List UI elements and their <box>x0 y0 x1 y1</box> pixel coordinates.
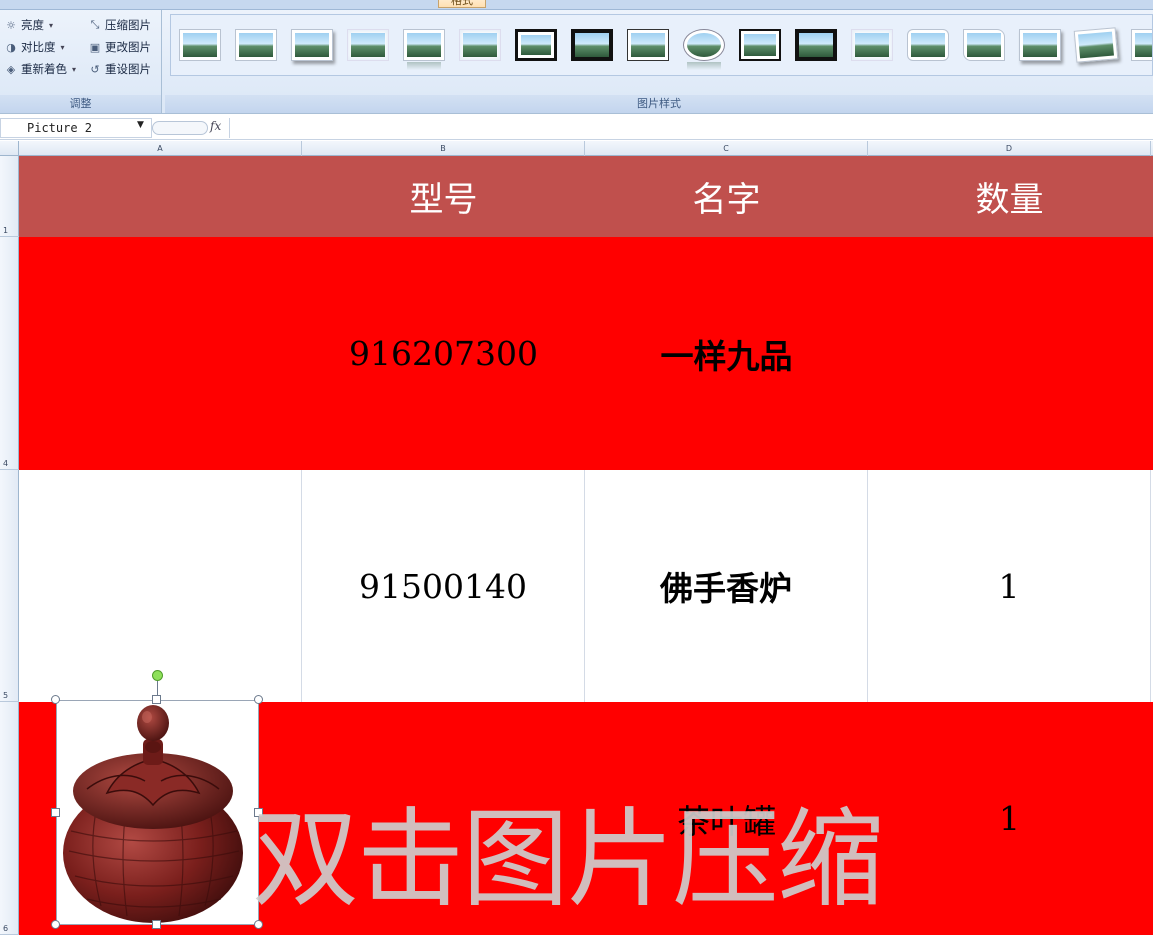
resize-handle-right[interactable] <box>254 808 263 817</box>
row-header-5[interactable]: 5 <box>0 470 19 702</box>
table-row: 型号 名字 数量 <box>19 156 1153 237</box>
column-header-b[interactable]: B <box>302 141 585 156</box>
reset-picture-button[interactable]: ↺ 重设图片 <box>88 60 151 78</box>
cell-b1[interactable]: 型号 <box>302 156 585 237</box>
picture-style-black-frame[interactable] <box>571 29 613 61</box>
picture-style-snip-corner[interactable] <box>963 29 1005 61</box>
picture-style-soft-edge[interactable] <box>347 29 389 61</box>
row-headers: 1 4 5 6 <box>0 156 19 935</box>
ribbon: 格式 ☼ 亮度 ▾ ◑ 对比度 ▾ ◈ 重新着色 ▾ ⤡ 压缩图片 ▣ 更改图片… <box>0 0 1153 114</box>
formula-input[interactable] <box>229 118 1153 138</box>
resize-handle-top[interactable] <box>152 695 161 704</box>
ribbon-tabs: 格式 <box>0 0 1153 10</box>
cell-c1[interactable]: 名字 <box>585 156 868 237</box>
picture-style-black-matte[interactable] <box>795 29 837 61</box>
column-headers: A B C D <box>0 141 1153 156</box>
compress-icon: ⤡ <box>90 18 100 31</box>
picture-style-white-frame[interactable] <box>235 29 277 61</box>
row-header-4[interactable]: 4 <box>0 237 19 470</box>
select-all-corner[interactable] <box>0 141 19 156</box>
picture-style-double-frame[interactable] <box>739 29 781 61</box>
rotation-handle[interactable] <box>152 670 163 681</box>
chevron-down-icon: ▾ <box>60 42 65 52</box>
compress-pictures-button[interactable]: ⤡ 压缩图片 <box>88 16 151 34</box>
picture-style-reflected[interactable] <box>403 29 445 70</box>
row-header-1[interactable]: 1 <box>0 156 19 237</box>
column-header-d[interactable]: D <box>868 141 1151 156</box>
cell-a5[interactable] <box>19 470 302 702</box>
row-header-6[interactable]: 6 <box>0 702 19 935</box>
adjust-group-label: 调整 <box>0 95 161 113</box>
chevron-down-icon: ▾ <box>49 20 54 30</box>
picture-style-simple-frame[interactable] <box>179 29 221 61</box>
cell-c4[interactable]: 一样九品 <box>585 237 868 470</box>
picture-style-rotated[interactable] <box>1073 27 1119 63</box>
recolor-button[interactable]: ◈ 重新着色 ▾ <box>4 60 76 78</box>
picture-style-thick-black[interactable] <box>515 29 557 61</box>
cell-b4[interactable]: 916207300 <box>302 237 585 470</box>
picture-styles-group-label: 图片样式 <box>165 95 1153 113</box>
resize-handle-bottom-right[interactable] <box>254 920 263 929</box>
formula-bar-handle[interactable] <box>152 121 208 135</box>
picture-styles-group: 图片样式 <box>165 10 1153 113</box>
resize-handle-top-right[interactable] <box>254 695 263 704</box>
sun-icon: ☼ <box>6 18 16 32</box>
contrast-button[interactable]: ◑ 对比度 ▾ <box>4 38 65 56</box>
picture-style-soft-rectangle[interactable] <box>851 29 893 61</box>
tea-caddy-image <box>63 705 243 923</box>
cell-a4[interactable] <box>19 237 302 470</box>
cell-d4[interactable] <box>868 237 1151 470</box>
picture-style-drop-shadow[interactable] <box>291 29 333 61</box>
chevron-down-icon: ▾ <box>72 64 77 74</box>
resize-handle-bottom-left[interactable] <box>51 920 60 929</box>
picture-style-soft-edge-oval[interactable] <box>459 29 501 61</box>
picture-style-white-shadow[interactable] <box>1019 29 1061 61</box>
resize-handle-left[interactable] <box>51 808 60 817</box>
cell-a1[interactable] <box>19 156 302 237</box>
resize-handle-top-left[interactable] <box>51 695 60 704</box>
chevron-down-icon[interactable]: ▼ <box>137 120 144 130</box>
cell-b6[interactable] <box>302 702 585 935</box>
cell-c6[interactable]: 茶叶罐 <box>585 702 868 935</box>
cell-d5[interactable]: 1 <box>868 470 1151 702</box>
picture-style-oval-reflected[interactable] <box>683 29 725 70</box>
picture-style-more[interactable] <box>1131 29 1152 61</box>
change-picture-icon: ▣ <box>89 40 101 54</box>
contrast-icon: ◑ <box>6 40 16 54</box>
resize-handle-bottom[interactable] <box>152 920 161 929</box>
picture-styles-gallery <box>170 14 1153 76</box>
adjust-group: ☼ 亮度 ▾ ◑ 对比度 ▾ ◈ 重新着色 ▾ ⤡ 压缩图片 ▣ 更改图片 ↺ … <box>0 10 162 113</box>
cell-b5[interactable]: 91500140 <box>302 470 585 702</box>
formula-bar: Picture 2 ▼ fx <box>0 116 1153 140</box>
recolor-icon: ◈ <box>6 62 16 76</box>
column-header-c[interactable]: C <box>585 141 868 156</box>
fx-icon[interactable]: fx <box>210 119 221 133</box>
cell-c5[interactable]: 佛手香炉 <box>585 470 868 702</box>
column-header-a[interactable]: A <box>19 141 302 156</box>
cell-d6[interactable]: 1 <box>868 702 1151 935</box>
picture-style-rounded[interactable] <box>907 29 949 61</box>
picture-style-thin-black[interactable] <box>627 29 669 61</box>
tea-caddy-picture[interactable] <box>56 700 259 925</box>
table-row: 91500140 佛手香炉 1 <box>19 470 1153 702</box>
tab-format[interactable]: 格式 <box>438 0 486 8</box>
change-picture-button[interactable]: ▣ 更改图片 <box>88 38 151 56</box>
cell-d1[interactable]: 数量 <box>868 156 1151 237</box>
table-row: 916207300 一样九品 <box>19 237 1153 470</box>
brightness-button[interactable]: ☼ 亮度 ▾ <box>4 16 53 34</box>
name-box[interactable]: Picture 2 <box>0 118 152 138</box>
reset-picture-icon: ↺ <box>90 62 100 76</box>
